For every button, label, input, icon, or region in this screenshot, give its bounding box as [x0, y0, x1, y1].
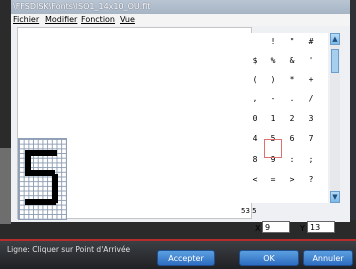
x-coordinate-field[interactable]	[262, 221, 290, 233]
char-cell[interactable]: =	[264, 175, 282, 184]
menu-modifier[interactable]: Modifier	[45, 15, 77, 24]
char-cell[interactable]: 0	[246, 114, 264, 123]
cancel-button[interactable]: Annuler	[303, 250, 353, 266]
menu-fichier[interactable]: Fichier	[13, 15, 39, 24]
status-text: Ligne: Cliquer sur Point d'Arrivée	[7, 245, 131, 254]
selected-char-highlight	[264, 139, 282, 158]
char-cell[interactable]: *	[283, 75, 301, 84]
char-code-label: 53 5	[241, 207, 257, 215]
char-cell[interactable]: <	[246, 175, 264, 184]
char-cell[interactable]: 2	[283, 114, 301, 123]
char-cell[interactable]: -	[264, 94, 282, 103]
title-bar: \FFSDISK\Fonts\ISO1_14x10_OU.flt	[11, 0, 350, 14]
char-cell[interactable]: #	[302, 37, 320, 46]
char-cell[interactable]: ,	[246, 94, 264, 103]
char-cell[interactable]: %	[264, 56, 282, 65]
char-cell[interactable]: 7	[302, 134, 320, 143]
glyph-stroke	[25, 199, 56, 205]
char-cell[interactable]: '	[302, 56, 320, 65]
glyph-stroke	[25, 150, 31, 172]
char-cell[interactable]: .	[283, 94, 301, 103]
char-cell[interactable]: 4	[246, 134, 264, 143]
accept-button[interactable]: Accepter	[157, 250, 215, 266]
char-cell[interactable]: $	[246, 56, 264, 65]
char-cell[interactable]: /	[302, 94, 320, 103]
char-cell[interactable]: "	[283, 37, 301, 46]
scroll-thumb[interactable]	[331, 49, 339, 73]
glyph-stroke	[25, 170, 55, 176]
window-title: \FFSDISK\Fonts\ISO1_14x10_OU.flt	[13, 2, 151, 11]
char-cell[interactable]: !	[264, 37, 282, 46]
char-cell[interactable]: >	[283, 175, 301, 184]
char-cell[interactable]: 1	[264, 114, 282, 123]
char-cell[interactable]: ?	[302, 175, 320, 184]
char-cell[interactable]: 6	[283, 134, 301, 143]
scroll-down-button[interactable]: ▼	[330, 191, 340, 203]
char-cell[interactable]: )	[264, 75, 282, 84]
char-cell[interactable]: 3	[302, 114, 320, 123]
char-cell[interactable]: (	[246, 75, 264, 84]
char-cell[interactable]: +	[302, 75, 320, 84]
y-coordinate-field[interactable]	[307, 221, 335, 233]
menu-fonction[interactable]: Fonction	[81, 15, 115, 24]
scroll-up-button[interactable]: ▲	[330, 33, 340, 45]
char-cell[interactable]: 8	[246, 155, 264, 164]
character-table-scrollbar[interactable]: ▲ ▼	[330, 33, 340, 203]
char-cell[interactable]: ;	[302, 155, 320, 164]
y-label: Y	[300, 224, 305, 233]
char-cell[interactable]: &	[283, 56, 301, 65]
menu-vue[interactable]: Vue	[120, 15, 135, 24]
menu-bar: Fichier Modifier Fonction Vue	[11, 14, 350, 26]
background-right	[350, 0, 356, 220]
x-label: X	[255, 224, 261, 233]
background-left-lower	[0, 148, 11, 224]
glyph-pixel-grid[interactable]	[18, 138, 67, 220]
char-cell[interactable]: :	[283, 155, 301, 164]
ok-button[interactable]: OK	[239, 250, 299, 266]
